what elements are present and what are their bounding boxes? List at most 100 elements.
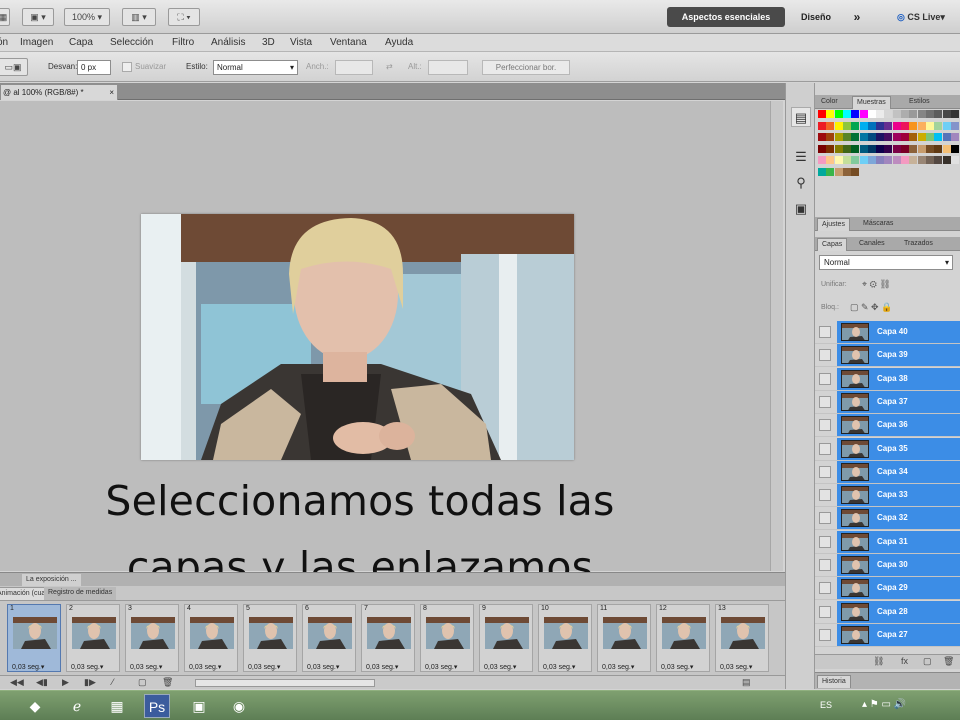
- layer-visibility-toggle[interactable]: [819, 442, 831, 455]
- layer-row[interactable]: Capa 30: [815, 554, 960, 577]
- swatch[interactable]: [834, 156, 843, 164]
- color-panel-icon[interactable]: ▤: [791, 107, 811, 127]
- layer-row[interactable]: Capa 36: [815, 414, 960, 438]
- swatch[interactable]: [909, 144, 918, 153]
- swatch[interactable]: [826, 133, 835, 141]
- frame-delay[interactable]: 0,03 seg.▾: [425, 663, 457, 671]
- bridge-icon[interactable]: ▦: [0, 8, 10, 26]
- swatch[interactable]: [818, 133, 826, 141]
- layer-visibility-toggle[interactable]: [819, 628, 831, 641]
- swatches-grid[interactable]: [818, 110, 960, 190]
- frame-delay[interactable]: 0,03 seg.▾: [484, 663, 516, 671]
- menu-ayuda[interactable]: Ayuda: [385, 37, 413, 48]
- paths-icon[interactable]: ▣: [791, 199, 811, 219]
- layer-row[interactable]: Capa 40: [815, 321, 960, 344]
- layer-row[interactable]: Capa 35: [815, 437, 960, 461]
- swatch[interactable]: [867, 144, 876, 153]
- panel-options-icon[interactable]: ▤: [742, 677, 751, 688]
- link-layers-icon[interactable]: ⛓: [873, 656, 884, 667]
- frame-delay[interactable]: 0,03 seg.▾: [366, 663, 398, 671]
- swatch[interactable]: [851, 110, 860, 118]
- tab-capas[interactable]: Capas: [817, 238, 848, 251]
- swatch[interactable]: [826, 156, 835, 164]
- swatch[interactable]: [934, 133, 943, 141]
- animation-frame[interactable]: 4 0,03 seg.▾: [184, 604, 238, 672]
- tab-historia[interactable]: Historia: [817, 675, 851, 688]
- layer-row[interactable]: Capa 32: [815, 507, 960, 531]
- swatch[interactable]: [892, 133, 901, 141]
- menu-ventana[interactable]: Ventana: [330, 37, 367, 48]
- swatch[interactable]: [942, 121, 951, 130]
- swatch[interactable]: [942, 110, 951, 118]
- adjustments-icon[interactable]: ☰: [791, 147, 811, 167]
- frame-delay[interactable]: 0,03 seg.▾: [12, 663, 44, 671]
- swatch[interactable]: [917, 110, 926, 118]
- tab-color[interactable]: Color: [817, 96, 842, 109]
- frame-delay[interactable]: 0,03 seg.▾: [248, 663, 280, 671]
- layer-row[interactable]: Capa 34: [815, 460, 960, 484]
- swatch[interactable]: [834, 133, 843, 141]
- swatch[interactable]: [842, 156, 851, 164]
- swatch[interactable]: [884, 121, 893, 130]
- swatch[interactable]: [834, 144, 843, 153]
- layer-visibility-toggle[interactable]: [819, 419, 831, 432]
- workspace-diseno-button[interactable]: Diseño: [790, 7, 842, 27]
- menu-filtro[interactable]: Filtro: [172, 37, 194, 48]
- swatch[interactable]: [884, 133, 893, 141]
- swatch[interactable]: [934, 110, 943, 118]
- swatch[interactable]: [942, 144, 951, 153]
- swatch[interactable]: [867, 121, 876, 130]
- firefox-icon[interactable]: ◉: [226, 694, 252, 718]
- layer-row[interactable]: Capa 39: [815, 344, 960, 368]
- swatch[interactable]: [876, 110, 885, 118]
- close-icon[interactable]: ×: [109, 85, 114, 100]
- frame-delay[interactable]: 0,03 seg.▾: [602, 663, 634, 671]
- selection-mode-icon[interactable]: ▭▣: [0, 58, 28, 76]
- explorer-icon[interactable]: ▣: [186, 694, 212, 718]
- tab-ajustes[interactable]: Ajustes: [817, 218, 850, 231]
- animation-frame[interactable]: 11 0,03 seg.▾: [597, 604, 651, 672]
- next-frame-icon[interactable]: ▮▶: [84, 677, 96, 688]
- swatch[interactable]: [834, 167, 843, 176]
- desvanecer-input[interactable]: 0 px: [77, 60, 111, 75]
- lock-icons[interactable]: ▢ ✎ ✥ 🔒: [850, 302, 892, 313]
- estilo-select[interactable]: Normal ▾: [213, 60, 298, 75]
- swatch[interactable]: [867, 110, 876, 118]
- layer-visibility-toggle[interactable]: [819, 326, 831, 338]
- perfeccionar-borde-button[interactable]: Perfeccionar bor.: [482, 60, 570, 75]
- swatch[interactable]: [934, 144, 943, 153]
- delete-frame-icon[interactable]: 🗑: [162, 677, 173, 688]
- swatch[interactable]: [876, 121, 885, 130]
- swatch[interactable]: [901, 110, 909, 118]
- swatch[interactable]: [867, 156, 876, 164]
- swatch[interactable]: [909, 156, 918, 164]
- swatch[interactable]: [892, 121, 901, 130]
- swatch[interactable]: [934, 121, 943, 130]
- swatch[interactable]: [950, 156, 959, 164]
- swatch[interactable]: [876, 133, 885, 141]
- swatch[interactable]: [925, 156, 934, 164]
- layer-row[interactable]: Capa 31: [815, 530, 960, 554]
- swatch[interactable]: [834, 110, 843, 118]
- swatch[interactable]: [950, 121, 959, 130]
- tab-mascaras[interactable]: Máscaras: [859, 218, 897, 231]
- menu-3d[interactable]: 3D: [262, 37, 275, 48]
- animation-frame[interactable]: 10 0,03 seg.▾: [538, 604, 592, 672]
- swatch[interactable]: [884, 144, 893, 153]
- swatch[interactable]: [826, 167, 835, 176]
- swatch[interactable]: [842, 133, 851, 141]
- layer-row[interactable]: Capa 38: [815, 367, 960, 391]
- swatch[interactable]: [917, 133, 926, 141]
- frame-delay[interactable]: 0,03 seg.▾: [307, 663, 339, 671]
- layer-row[interactable]: Capa 28: [815, 600, 960, 624]
- swatch[interactable]: [901, 156, 909, 164]
- animation-frame[interactable]: 13 0,03 seg.▾: [715, 604, 769, 672]
- tab-canales[interactable]: Canales: [855, 238, 889, 251]
- swatch[interactable]: [934, 156, 943, 164]
- media-icon[interactable]: ▦: [104, 694, 130, 718]
- swatch[interactable]: [950, 144, 959, 153]
- frame-delay[interactable]: 0,03 seg.▾: [71, 663, 103, 671]
- swatch[interactable]: [859, 121, 868, 130]
- swatch[interactable]: [909, 121, 918, 130]
- frame-delay[interactable]: 0,03 seg.▾: [661, 663, 693, 671]
